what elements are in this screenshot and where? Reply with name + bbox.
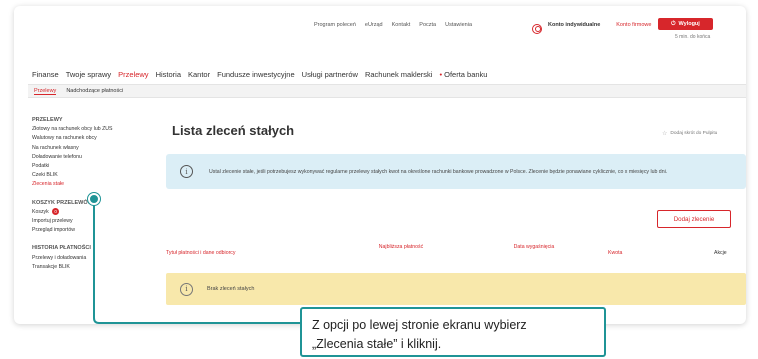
- table-header: Tytuł płatności i dane odbiorcy Najbliżs…: [166, 244, 746, 264]
- add-shortcut-label: Dodaj skrót do Pulpitu: [670, 131, 718, 136]
- info-icon: i: [180, 282, 193, 296]
- nav-przelewy[interactable]: Przelewy: [118, 70, 148, 79]
- top-link-contact[interactable]: Kontakt: [392, 22, 411, 28]
- sidebar: PRZELEWY Złotowy na rachunek obcy lub ZU…: [32, 116, 142, 272]
- sidebar-item-import-review[interactable]: Przegląd importów: [32, 226, 142, 235]
- col-title[interactable]: Tytuł płatności i dane odbiorcy: [166, 250, 236, 257]
- sub-nav: Przelewy Nadchodzące płatności: [28, 84, 746, 98]
- nav-finanse[interactable]: Finanse: [32, 70, 59, 79]
- sidebar-item-domestic[interactable]: Złotowy na rachunek obcy lub ZUS: [32, 125, 142, 134]
- account-switcher: Konto indywidualne Konto firmowe: [532, 20, 651, 34]
- session-timer: 5 min. do końca: [675, 34, 711, 40]
- empty-state-row: i Brak zleceń stałych: [166, 273, 746, 305]
- nav-historia[interactable]: Historia: [156, 70, 181, 79]
- nav-kantor[interactable]: Kantor: [188, 70, 210, 79]
- main-nav: Finanse Twoje sprawy Przelewy Historia K…: [32, 70, 487, 79]
- nav-oferta[interactable]: Oferta banku: [439, 70, 487, 79]
- nav-fundusze[interactable]: Fundusze inwestycyjne: [217, 70, 295, 79]
- empty-state-text: Brak zleceń stałych: [207, 286, 255, 292]
- top-links: Program poleceń eUrząd Kontakt Poczta Us…: [314, 22, 472, 28]
- sidebar-item-own[interactable]: Na rachunek własny: [32, 144, 142, 153]
- sidebar-item-transfers-history[interactable]: Przelewy i doładowania: [32, 254, 142, 263]
- nav-maklerski[interactable]: Rachunek maklerski: [365, 70, 433, 79]
- sidebar-item-foreign[interactable]: Walutowy na rachunek obcy: [32, 134, 142, 143]
- top-link-mail[interactable]: Poczta: [419, 22, 436, 28]
- top-link-settings[interactable]: Ustawienia: [445, 22, 472, 28]
- info-icon: i: [180, 165, 193, 178]
- col-next-payment[interactable]: Najbliższa płatność: [371, 244, 431, 251]
- sidebar-item-blik-cheques[interactable]: Czeki BLIK: [32, 171, 142, 180]
- sidebar-item-blik-transactions[interactable]: Transakcje BLIK: [32, 263, 142, 272]
- page-title: Lista zleceń stałych: [172, 123, 295, 138]
- col-actions: Akcje: [714, 250, 727, 256]
- sidebar-heading-history: HISTORIA PŁATNOŚCI: [32, 245, 91, 252]
- sidebar-item-topup[interactable]: Doładowanie telefonu: [32, 153, 142, 162]
- subnav-przelewy[interactable]: Przelewy: [34, 88, 57, 95]
- sidebar-item-taxes[interactable]: Podatki: [32, 162, 142, 171]
- nav-twoje-sprawy[interactable]: Twoje sprawy: [66, 70, 111, 79]
- sidebar-heading-basket: KOSZYK PRZELEWÓW: [32, 199, 93, 206]
- nav-uslugi[interactable]: Usługi partnerów: [302, 70, 358, 79]
- sidebar-heading-transfers: PRZELEWY: [32, 117, 63, 123]
- col-amount[interactable]: Kwota: [608, 250, 622, 257]
- sidebar-item-standing-orders[interactable]: Zlecenia stałe: [32, 180, 142, 189]
- star-icon: ☆: [662, 131, 668, 137]
- sidebar-item-import[interactable]: Importuj przelewy: [32, 217, 142, 226]
- logout-label: Wyloguj: [678, 21, 700, 27]
- info-box: i Ustal zlecenie stałe, jeśli potrzebuje…: [166, 154, 746, 189]
- user-icon: [532, 24, 542, 34]
- bank-window: Program poleceń eUrząd Kontakt Poczta Us…: [14, 6, 746, 324]
- switch-account-link[interactable]: Konto firmowe: [616, 22, 651, 28]
- callout-line-1: Z opcji po lewej stronie ekranu wybierz: [312, 318, 527, 332]
- info-text: Ustal zlecenie stałe, jeśli potrzebujesz…: [209, 168, 668, 175]
- add-shortcut-link[interactable]: ☆ Dodaj skrót do Pulpitu: [662, 130, 717, 137]
- logout-button[interactable]: ⏻ Wyloguj: [658, 18, 713, 30]
- top-link-referral[interactable]: Program poleceń: [314, 22, 356, 28]
- pointer-dot: [88, 193, 100, 205]
- col-expiry[interactable]: Data wygaśnięcia: [504, 244, 564, 251]
- subnav-nadchodzace[interactable]: Nadchodzące płatności: [66, 88, 123, 94]
- power-icon: ⏻: [671, 20, 676, 27]
- instruction-callout: Z opcji po lewej stronie ekranu wybierz …: [300, 307, 606, 357]
- basket-count-badge: 0: [52, 207, 60, 215]
- top-link-eurzad[interactable]: eUrząd: [365, 22, 383, 28]
- add-standing-order-button[interactable]: Dodaj zlecenie: [657, 210, 731, 228]
- sidebar-item-basket[interactable]: Koszyk 0: [32, 207, 142, 217]
- callout-line-2: „Zlecenia stałe” i kliknij.: [312, 337, 442, 351]
- account-type: Konto indywidualne: [548, 22, 601, 28]
- basket-label: Koszyk: [32, 208, 49, 215]
